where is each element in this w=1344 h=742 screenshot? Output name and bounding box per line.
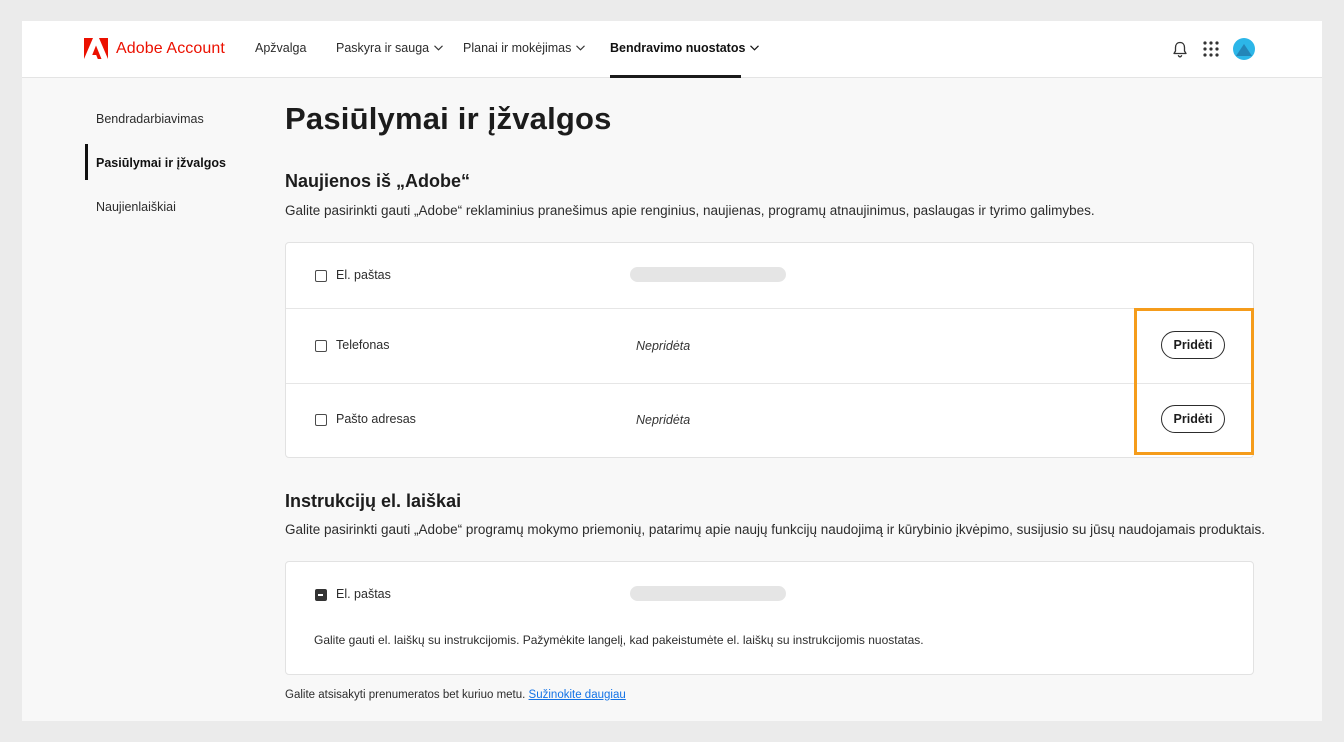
sidebar-item-collaboration[interactable]: Bendradarbiavimas [96,112,204,126]
instructions-email-label: El. paštas [336,587,391,601]
nav-plans-payment[interactable]: Planai ir mokėjimas [463,41,586,55]
preference-row-phone: Telefonas Nepridėta Pridėti [286,309,1253,384]
instructions-section-description: Galite pasirinkti gauti „Adobe“ programų… [285,522,1265,537]
sidebar-active-indicator [85,144,88,180]
instructions-note: Galite gauti el. laiškų su instrukcijomi… [314,633,924,647]
apps-grid-icon[interactable] [1203,41,1219,57]
instructions-section-title: Instrukcijų el. laiškai [285,491,462,511]
nav-plans-payment-label: Planai ir mokėjimas [463,41,572,55]
logo-text: Adobe Account [116,39,225,57]
preference-row-postal-address: Pašto adresas Nepridėta Pridėti [286,384,1253,458]
preference-row-email: El. paštas [286,243,1253,309]
chevron-down-icon [750,45,760,51]
page-title: Pasiūlymai ir įžvalgos [285,101,612,136]
avatar-image-icon [1236,44,1252,56]
adobe-logo-link[interactable]: Adobe Account [84,38,225,59]
email-label: El. paštas [336,268,391,282]
unsubscribe-note: Galite atsisakyti prenumeratos bet kuriu… [285,689,626,701]
nav-account-security[interactable]: Paskyra ir sauga [336,41,443,55]
nav-overview[interactable]: Apžvalga [255,41,306,55]
avatar[interactable] [1233,38,1255,60]
nav-overview-label: Apžvalga [255,41,307,55]
news-preferences-card: El. paštas Telefonas Nepridėta Pridėti P… [285,242,1254,458]
instructions-preferences-card: El. paštas Galite gauti el. laiškų su in… [285,561,1254,675]
top-nav-bar: Adobe Account Apžvalga Paskyra ir sauga … [22,21,1322,78]
postal-address-value: Nepridėta [636,413,691,427]
postal-address-label: Pašto adresas [336,412,416,426]
postal-address-checkbox[interactable] [315,414,327,426]
sidebar-item-offers-insights[interactable]: Pasiūlymai ir įžvalgos [96,156,226,170]
email-value-redacted [630,267,786,282]
news-section-title: Naujienos iš „Adobe“ [285,171,471,191]
bell-icon[interactable] [1172,41,1188,58]
active-nav-indicator [610,75,741,78]
chevron-down-icon [434,45,443,51]
nav-communication-preferences-label: Bendravimo nuostatos [610,41,746,55]
email-checkbox[interactable] [315,270,327,282]
instructions-email-checkbox[interactable] [315,589,327,601]
phone-checkbox[interactable] [315,340,327,352]
learn-more-link[interactable]: Sužinokite daugiau [529,689,626,701]
sidebar-item-newsletters[interactable]: Naujienlaiškiai [96,200,176,214]
app-window: Adobe Account Apžvalga Paskyra ir sauga … [22,21,1322,721]
nav-communication-preferences[interactable]: Bendravimo nuostatos [610,41,760,55]
phone-value: Nepridėta [636,339,691,353]
phone-label: Telefonas [336,338,390,352]
chevron-down-icon [576,45,586,51]
adobe-logo-icon [84,38,108,59]
unsubscribe-text: Galite atsisakyti prenumeratos bet kuriu… [285,689,526,701]
nav-account-security-label: Paskyra ir sauga [336,41,430,55]
highlight-box [1134,308,1254,455]
instructions-email-value-redacted [630,586,786,601]
news-section-description: Galite pasirinkti gauti „Adobe“ reklamin… [285,203,1095,218]
